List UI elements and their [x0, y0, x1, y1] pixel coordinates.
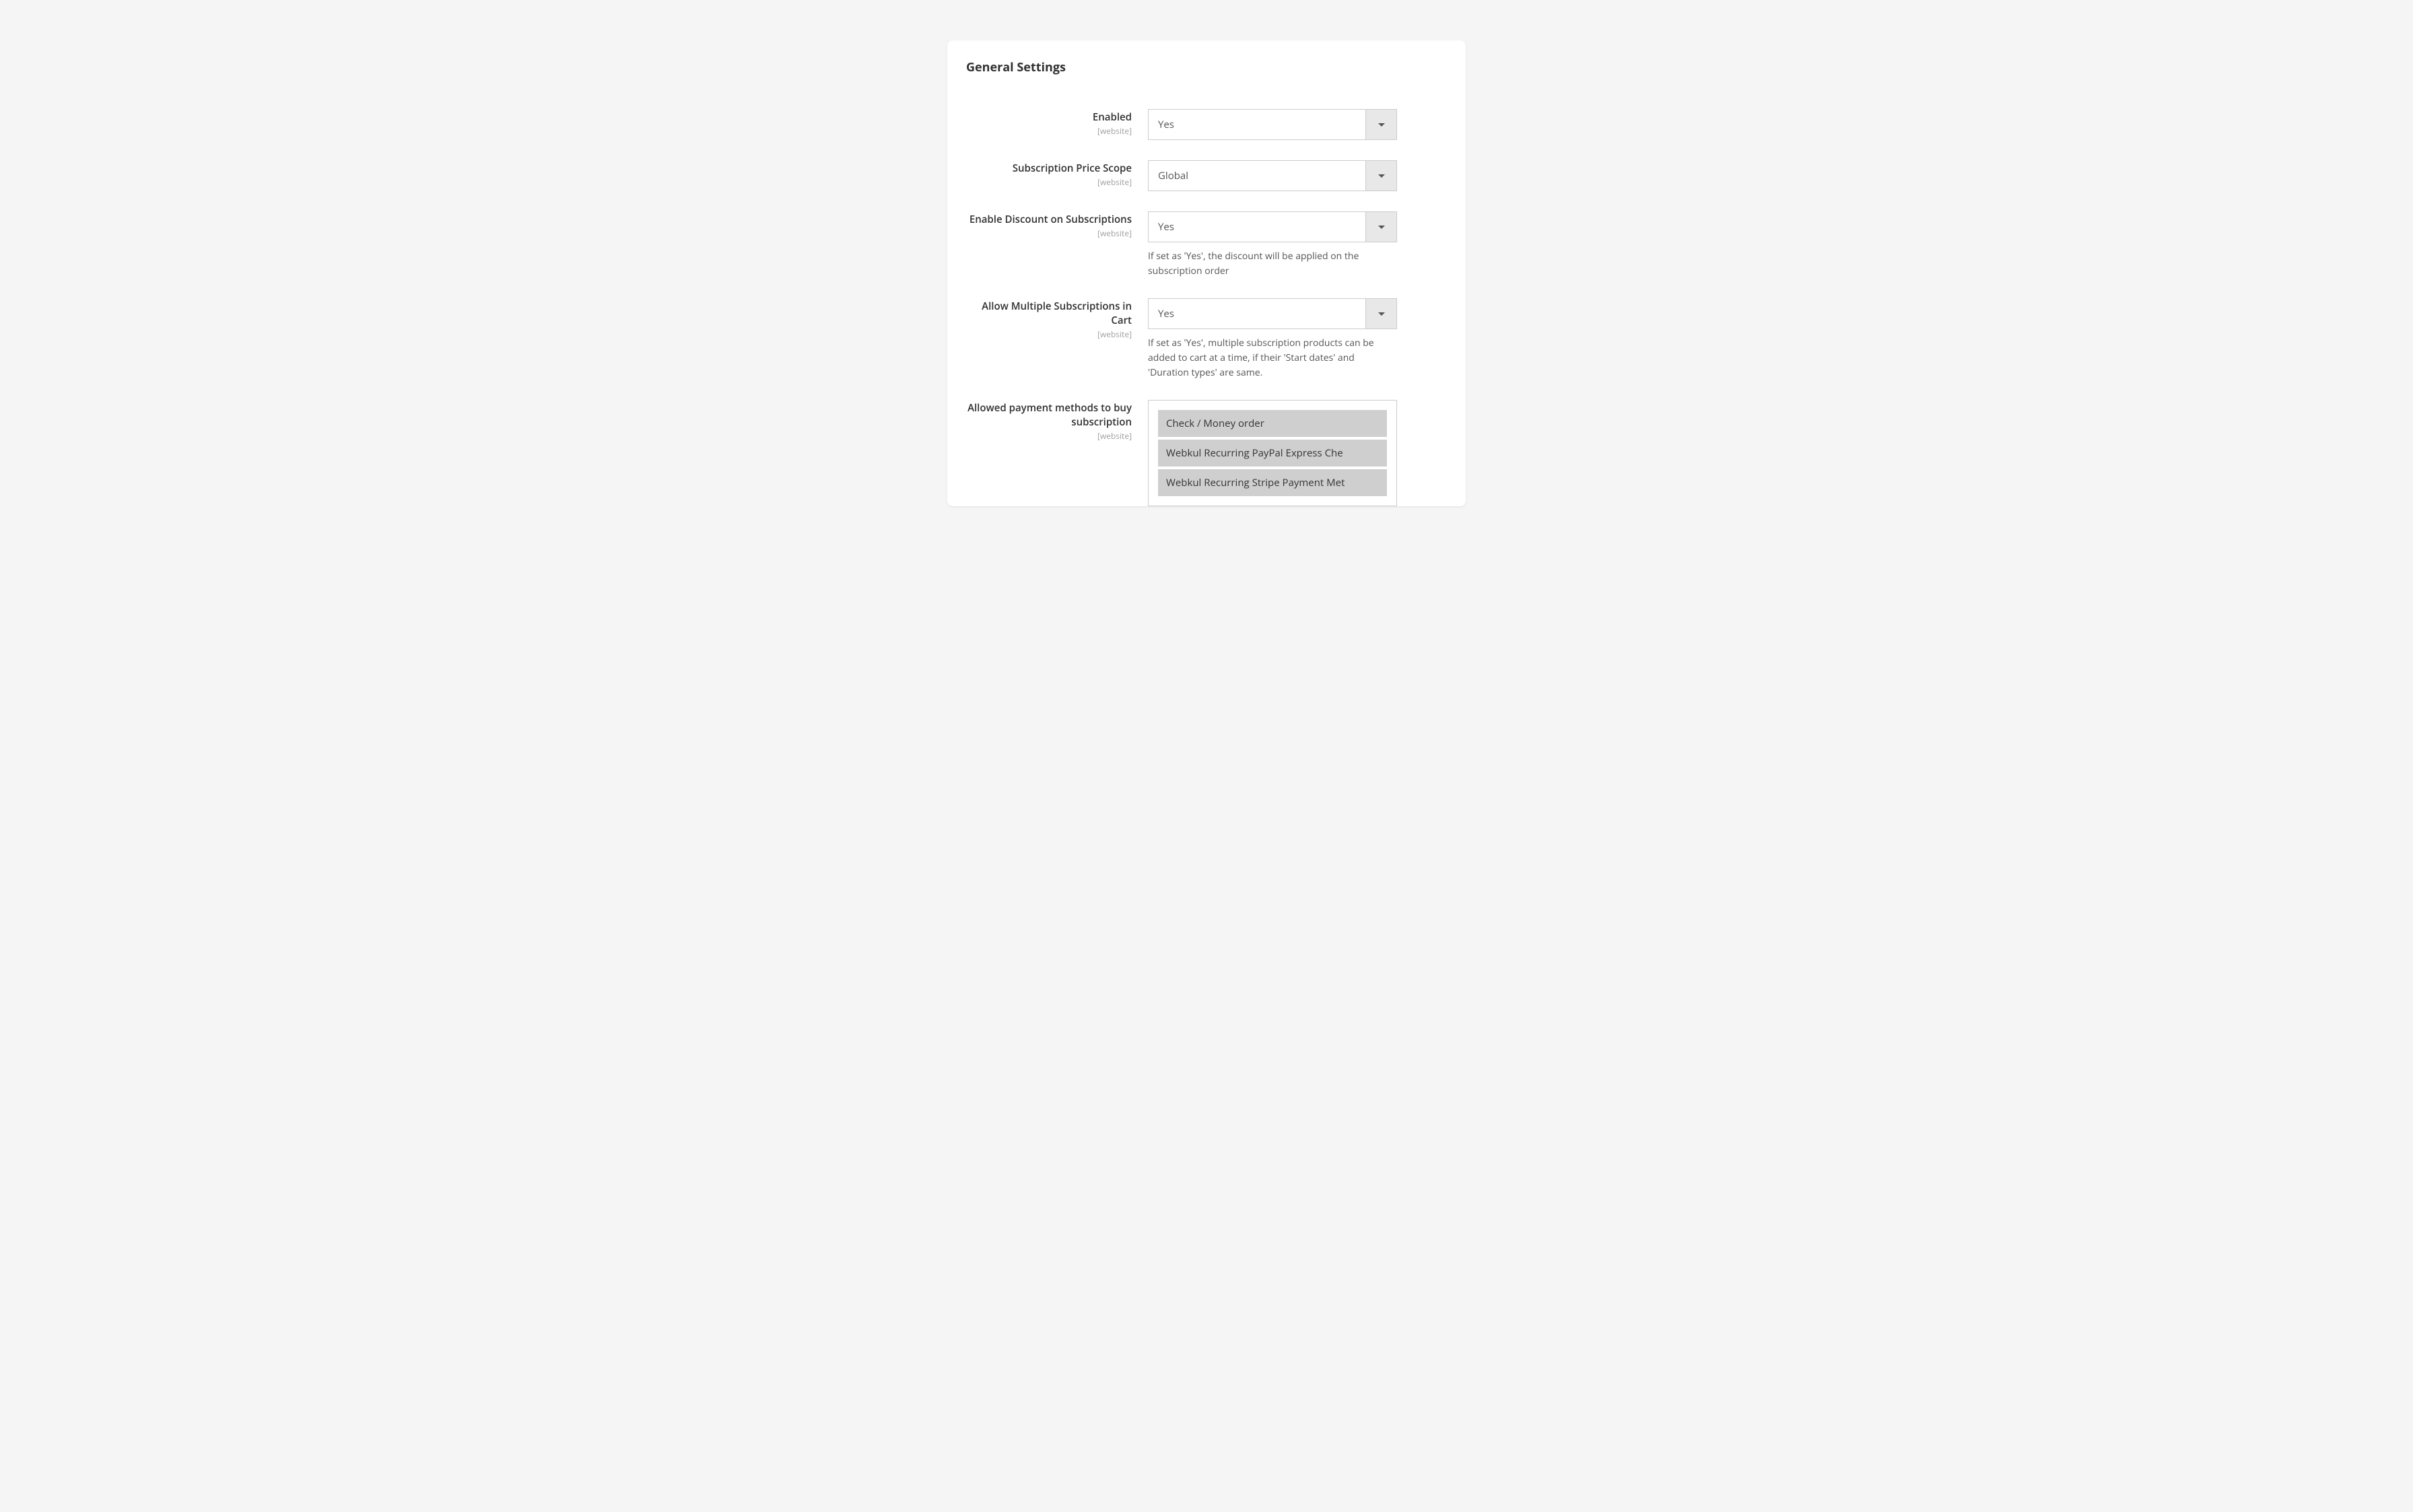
- enabled-select[interactable]: Yes: [1148, 109, 1397, 140]
- price-scope-scope: [website]: [966, 176, 1132, 188]
- field-value-col: Global: [1148, 160, 1447, 191]
- field-value-col: Check / Money order Webkul Recurring Pay…: [1148, 400, 1447, 506]
- field-enable-discount: Enable Discount on Subscriptions [websit…: [966, 211, 1447, 278]
- general-settings-panel: General Settings Enabled [website] Yes S…: [947, 40, 1466, 506]
- enable-discount-value: Yes: [1149, 212, 1365, 242]
- field-enabled: Enabled [website] Yes: [966, 109, 1447, 140]
- payment-methods-multiselect[interactable]: Check / Money order Webkul Recurring Pay…: [1148, 400, 1397, 506]
- payment-methods-scope: [website]: [966, 430, 1132, 442]
- field-price-scope: Subscription Price Scope [website] Globa…: [966, 160, 1447, 191]
- field-value-col: Yes: [1148, 109, 1447, 140]
- payment-method-option[interactable]: Webkul Recurring PayPal Express Che: [1158, 440, 1387, 467]
- caret-down-icon: [1378, 174, 1385, 178]
- enable-discount-label: Enable Discount on Subscriptions: [966, 213, 1132, 226]
- enable-discount-scope: [website]: [966, 228, 1132, 239]
- field-label-col: Allowed payment methods to buy subscript…: [966, 400, 1148, 442]
- multiple-subs-select-handle: [1365, 299, 1396, 329]
- enabled-value: Yes: [1149, 110, 1365, 139]
- caret-down-icon: [1378, 123, 1385, 127]
- price-scope-select-handle: [1365, 161, 1396, 191]
- price-scope-select[interactable]: Global: [1148, 160, 1397, 191]
- field-value-col: Yes If set as 'Yes', the discount will b…: [1148, 211, 1447, 278]
- field-label-col: Allow Multiple Subscriptions in Cart [we…: [966, 298, 1148, 340]
- enabled-select-handle: [1365, 110, 1396, 139]
- field-payment-methods: Allowed payment methods to buy subscript…: [966, 400, 1447, 506]
- caret-down-icon: [1378, 226, 1385, 229]
- payment-method-option[interactable]: Check / Money order: [1158, 410, 1387, 437]
- multiple-subs-scope: [website]: [966, 329, 1132, 340]
- section-title: General Settings: [966, 59, 1447, 75]
- payment-methods-label: Allowed payment methods to buy subscript…: [966, 401, 1132, 429]
- field-label-col: Enable Discount on Subscriptions [websit…: [966, 211, 1148, 239]
- multiple-subs-help: If set as 'Yes', multiple subscription p…: [1148, 336, 1397, 380]
- field-label-col: Subscription Price Scope [website]: [966, 160, 1148, 188]
- field-label-col: Enabled [website]: [966, 109, 1148, 137]
- enabled-label: Enabled: [966, 110, 1132, 124]
- enabled-scope: [website]: [966, 125, 1132, 137]
- enable-discount-select-handle: [1365, 212, 1396, 242]
- price-scope-value: Global: [1149, 161, 1365, 191]
- caret-down-icon: [1378, 312, 1385, 316]
- enable-discount-select[interactable]: Yes: [1148, 211, 1397, 242]
- multiple-subs-label: Allow Multiple Subscriptions in Cart: [966, 300, 1132, 327]
- multiple-subs-select[interactable]: Yes: [1148, 298, 1397, 329]
- multiple-subs-value: Yes: [1149, 299, 1365, 329]
- field-multiple-subs: Allow Multiple Subscriptions in Cart [we…: [966, 298, 1447, 380]
- enable-discount-help: If set as 'Yes', the discount will be ap…: [1148, 249, 1397, 278]
- payment-method-option[interactable]: Webkul Recurring Stripe Payment Met: [1158, 469, 1387, 496]
- price-scope-label: Subscription Price Scope: [966, 162, 1132, 175]
- field-value-col: Yes If set as 'Yes', multiple subscripti…: [1148, 298, 1447, 380]
